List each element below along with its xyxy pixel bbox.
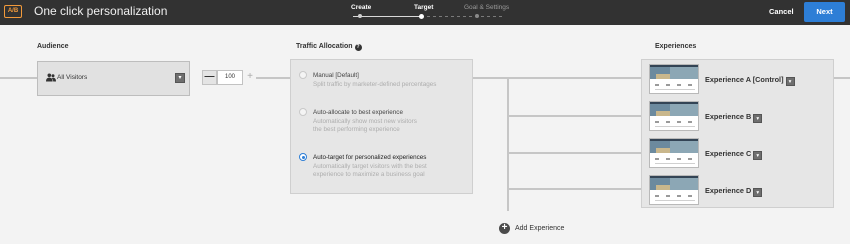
audience-name: All Visitors xyxy=(57,74,88,81)
step-goal-dot xyxy=(475,14,479,18)
experience-label: Experience D ▾ xyxy=(705,186,763,197)
progress-dash xyxy=(439,16,442,17)
option-auto-target-title: Auto-target for personalized experiences xyxy=(313,154,427,161)
experience-name: Experience A [Control] xyxy=(705,75,784,84)
progress-dash xyxy=(481,16,484,17)
radio-auto-target[interactable] xyxy=(299,153,307,161)
page-title: One click personalization xyxy=(34,4,168,18)
experience-name: Experience D xyxy=(705,186,752,195)
traffic-allocation-label: Traffic Allocation xyxy=(296,43,353,50)
option-auto-allocate-title: Auto-allocate to best experience xyxy=(313,109,403,116)
option-auto-allocate-description: Automatically show most new visitors the… xyxy=(313,118,417,133)
connector-line xyxy=(507,115,641,117)
step-create[interactable]: Create xyxy=(351,4,371,11)
option-manual-description: Split traffic by marketer-defined percen… xyxy=(313,81,437,88)
experience-name: Experience C xyxy=(705,149,752,158)
traffic-percent-input[interactable]: 100 xyxy=(217,70,243,85)
progress-dash xyxy=(457,16,460,17)
progress-dash xyxy=(469,16,472,17)
add-experience-button[interactable]: Add Experience xyxy=(515,225,564,232)
progress-dash xyxy=(445,16,448,17)
experience-thumbnail[interactable] xyxy=(649,64,699,94)
step-goal-settings[interactable]: Goal & Settings xyxy=(464,4,509,11)
top-bar: A/B One click personalization Create Tar… xyxy=(0,0,850,25)
experience-label: Experience A [Control] ▾ xyxy=(705,75,795,86)
chevron-down-icon[interactable]: ▾ xyxy=(753,188,763,197)
experience-row-b[interactable]: Experience B ▾ xyxy=(649,101,829,131)
experience-row-d[interactable]: Experience D ▾ xyxy=(649,175,829,205)
chevron-down-icon[interactable]: ▾ xyxy=(753,151,763,160)
decrease-button[interactable]: — xyxy=(202,70,217,85)
connector-line xyxy=(0,77,37,79)
progress-dash xyxy=(451,16,454,17)
radio-auto-allocate[interactable] xyxy=(299,108,307,116)
chevron-down-icon[interactable]: ▾ xyxy=(785,77,795,86)
progress-track-complete xyxy=(353,16,421,17)
help-icon[interactable]: ? xyxy=(354,44,362,51)
progress-dash xyxy=(427,16,430,17)
experiences-heading: Experiences xyxy=(655,43,697,50)
option-auto-target-description: Automatically target visitors with the b… xyxy=(313,163,427,178)
connector-line xyxy=(473,77,641,79)
ab-activity-badge: A/B xyxy=(4,5,22,18)
audience-heading: Audience xyxy=(37,43,69,50)
audience-selector[interactable]: All Visitors ▾ xyxy=(37,61,190,96)
chevron-down-icon[interactable]: ▾ xyxy=(753,114,763,123)
cancel-button[interactable]: Cancel xyxy=(769,7,794,16)
connector-line xyxy=(507,188,641,190)
radio-manual[interactable] xyxy=(299,71,307,79)
connector-line xyxy=(256,77,290,79)
chevron-down-icon[interactable]: ▾ xyxy=(175,73,185,83)
experience-name: Experience B xyxy=(705,112,752,121)
experience-row-c[interactable]: Experience C ▾ xyxy=(649,138,829,168)
experience-label: Experience C ▾ xyxy=(705,149,763,160)
connector-line xyxy=(834,77,850,79)
users-icon xyxy=(46,73,56,82)
increase-button[interactable]: + xyxy=(244,70,256,85)
connector-line xyxy=(507,77,509,211)
step-target-dot xyxy=(419,13,424,19)
progress-dash xyxy=(499,16,502,17)
option-manual-title: Manual [Default] xyxy=(313,72,359,79)
step-target[interactable]: Target xyxy=(414,4,433,11)
experience-label: Experience B ▾ xyxy=(705,112,763,123)
progress-dash xyxy=(487,16,490,17)
add-icon[interactable]: + xyxy=(499,223,510,234)
progress-dash xyxy=(433,16,436,17)
experience-thumbnail[interactable] xyxy=(649,175,699,205)
step-create-dot xyxy=(358,14,362,18)
progress-dash xyxy=(463,16,466,17)
next-button[interactable]: Next xyxy=(804,2,845,22)
connector-line xyxy=(507,152,641,154)
experience-thumbnail[interactable] xyxy=(649,101,699,131)
traffic-allocation-heading: Traffic Allocation? xyxy=(296,43,362,51)
experience-thumbnail[interactable] xyxy=(649,138,699,168)
progress-dash xyxy=(493,16,496,17)
experience-row-a[interactable]: Experience A [Control] ▾ xyxy=(649,64,829,94)
